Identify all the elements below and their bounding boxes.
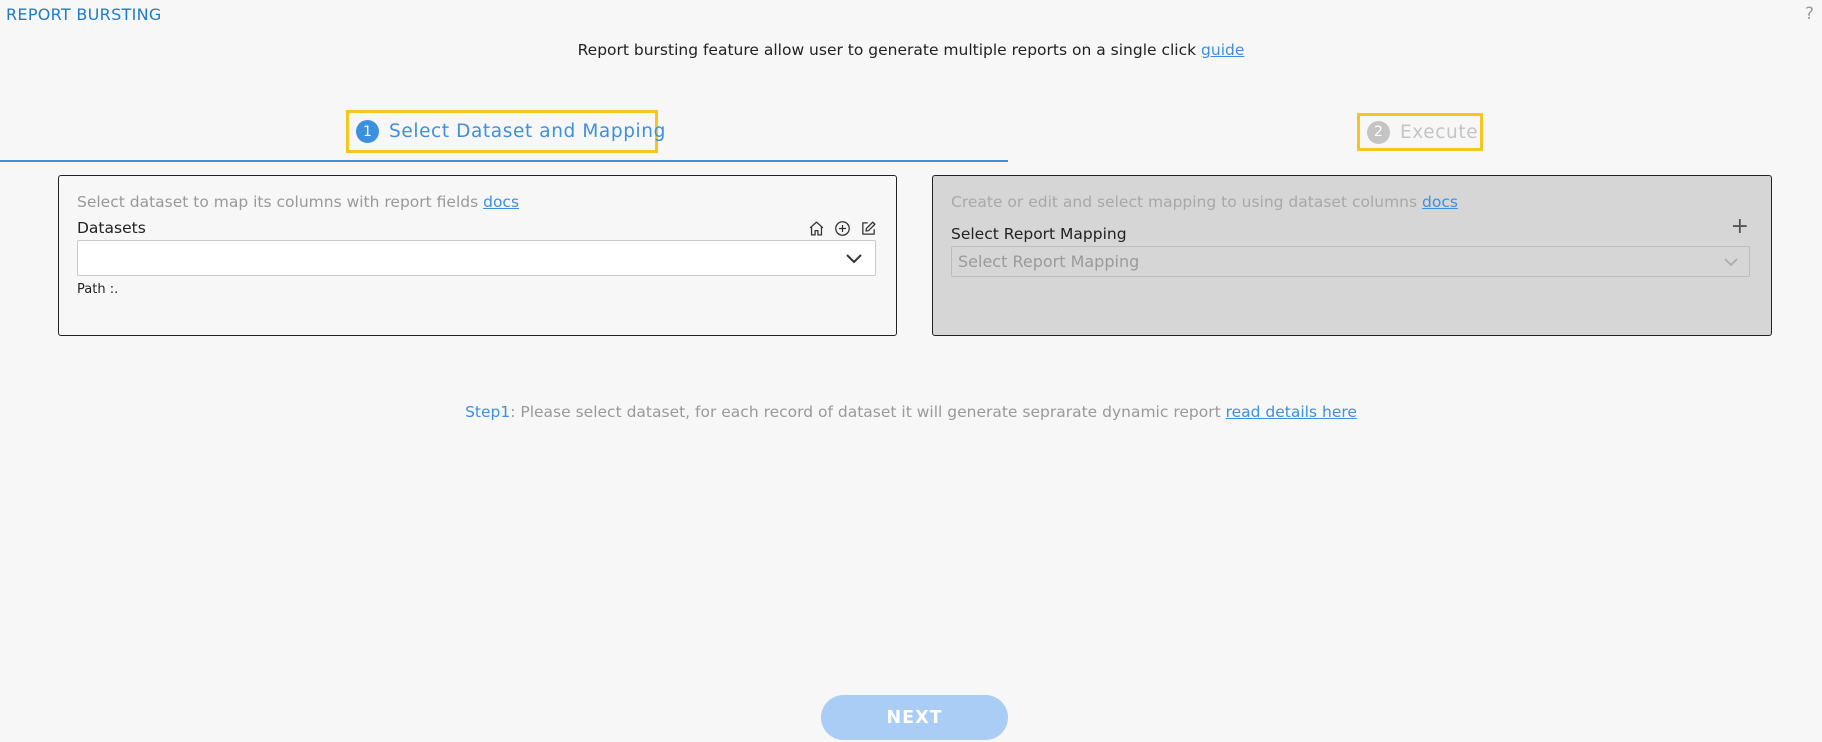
edit-icon[interactable] xyxy=(858,218,878,238)
guide-link[interactable]: guide xyxy=(1201,41,1244,59)
report-mapping-select[interactable]: Select Report Mapping xyxy=(951,246,1750,277)
active-step-indicator xyxy=(0,160,1008,162)
step-instruction: Step1: Please select dataset, for each r… xyxy=(0,403,1822,421)
step-instruction-prefix: Step1 xyxy=(465,403,511,421)
mapping-panel: Create or edit and select mapping to usi… xyxy=(932,175,1772,336)
step-1-number: 1 xyxy=(356,120,379,143)
step-2-number: 2 xyxy=(1367,120,1390,144)
add-circle-icon[interactable] xyxy=(832,218,852,238)
step-instruction-text: : Please select dataset, for each record… xyxy=(510,403,1221,421)
chevron-down-icon[interactable] xyxy=(1723,253,1739,272)
tab-select-dataset-and-mapping[interactable]: 1 Select Dataset and Mapping xyxy=(346,110,665,153)
page-subtitle: Report bursting feature allow user to ge… xyxy=(0,41,1822,59)
mapping-hint-text: Create or edit and select mapping to usi… xyxy=(951,193,1418,211)
report-mapping-placeholder: Select Report Mapping xyxy=(958,252,1140,271)
subtitle-text: Report bursting feature allow user to ge… xyxy=(577,41,1197,59)
dataset-hint-text: Select dataset to map its columns with r… xyxy=(77,193,479,211)
tab-execute[interactable]: 2 Execute xyxy=(1357,113,1483,151)
dataset-panel-hint: Select dataset to map its columns with r… xyxy=(77,193,519,211)
mapping-panel-hint: Create or edit and select mapping to usi… xyxy=(951,193,1458,211)
path-label: Path :. xyxy=(77,282,119,297)
mapping-docs-link[interactable]: docs xyxy=(1422,193,1458,211)
add-mapping-icon[interactable]: + xyxy=(1731,214,1749,239)
help-icon[interactable]: ? xyxy=(1805,4,1814,24)
dataset-toolbar xyxy=(806,218,878,238)
read-details-link[interactable]: read details here xyxy=(1226,403,1357,421)
page-title: REPORT BURSTING xyxy=(6,5,162,24)
step-1-label: Select Dataset and Mapping xyxy=(389,121,666,142)
home-icon[interactable] xyxy=(806,218,826,238)
dataset-docs-link[interactable]: docs xyxy=(483,193,519,211)
step-2-label: Execute xyxy=(1400,121,1479,143)
dataset-select[interactable] xyxy=(77,240,876,276)
datasets-label: Datasets xyxy=(77,219,146,237)
dataset-panel: Select dataset to map its columns with r… xyxy=(58,175,897,336)
next-button[interactable]: NEXT xyxy=(821,695,1008,740)
select-report-mapping-label: Select Report Mapping xyxy=(951,225,1127,243)
chevron-down-icon[interactable] xyxy=(845,250,863,269)
